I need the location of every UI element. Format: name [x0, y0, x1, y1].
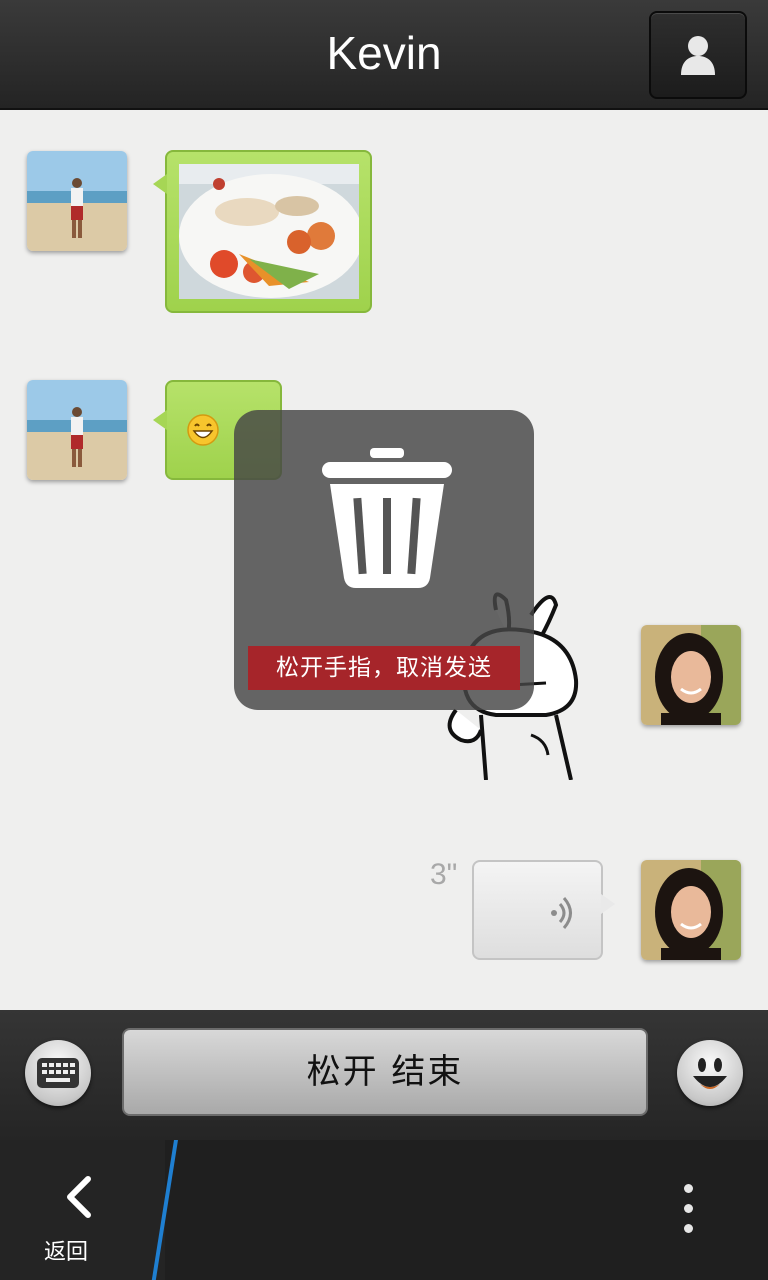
chevron-left-icon	[67, 1176, 91, 1218]
smiley-icon	[693, 1058, 727, 1089]
image-message-bubble[interactable]	[153, 150, 372, 313]
trash-icon	[322, 448, 452, 588]
person-icon	[681, 36, 715, 75]
voice-duration: 3"	[430, 858, 458, 891]
header-bar: Kevin	[0, 0, 768, 110]
food-photo	[179, 164, 359, 299]
back-label: 返回	[44, 1240, 89, 1265]
keyboard-toggle-button[interactable]	[25, 1040, 91, 1106]
avatar-kevin[interactable]	[27, 151, 127, 251]
input-bar: 松开 结束	[0, 1010, 768, 1140]
voice-message-bubble[interactable]	[472, 860, 615, 960]
keyboard-icon	[37, 1058, 79, 1088]
emoji-button[interactable]	[677, 1040, 743, 1106]
cancel-hint-text: 松开手指，取消发送	[248, 646, 520, 690]
bottom-nav: 返回	[0, 1140, 768, 1280]
hold-to-talk-button[interactable]: 松开 结束	[122, 1028, 648, 1116]
avatar-self[interactable]	[641, 860, 741, 960]
grin-emoji-icon	[187, 414, 219, 446]
contact-info-button[interactable]	[649, 11, 747, 99]
back-button[interactable]: 返回	[0, 1140, 165, 1280]
voice-wave-icon	[551, 897, 572, 929]
more-vertical-icon[interactable]	[684, 1184, 693, 1244]
avatar-kevin[interactable]	[27, 380, 127, 480]
avatar-self[interactable]	[641, 625, 741, 725]
cancel-recording-overlay: 松开手指，取消发送	[234, 410, 534, 710]
